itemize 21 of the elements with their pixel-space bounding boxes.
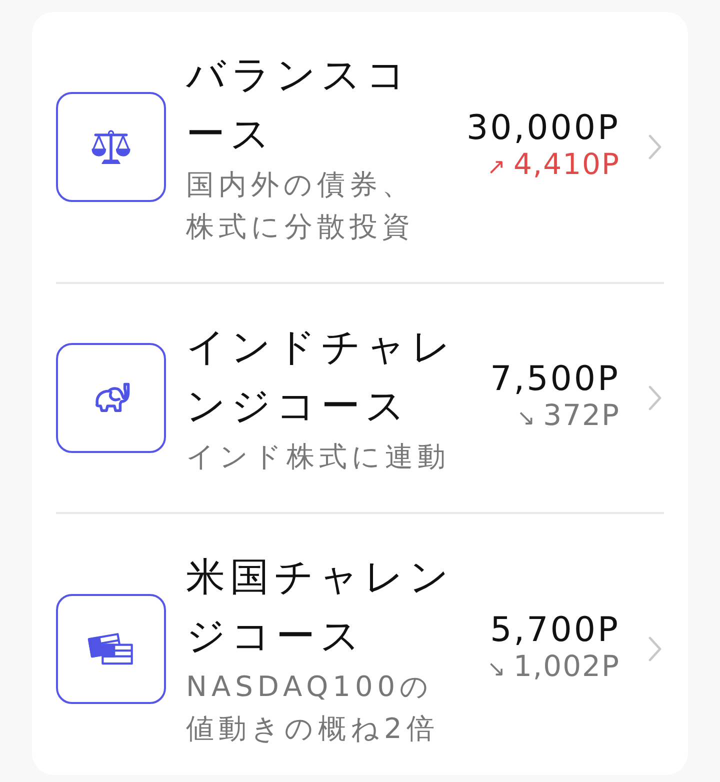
trend-arrow: ↘	[487, 656, 506, 684]
elephant-icon	[56, 343, 166, 453]
point-amount: 5,700P	[490, 611, 620, 649]
point-amount: 7,500P	[490, 360, 620, 398]
course-description: インド株式に連動	[186, 439, 450, 475]
chevron-icon[interactable]	[648, 385, 662, 411]
point-change: 1,002P	[513, 649, 620, 683]
point-change: 372P	[543, 398, 620, 432]
course-description: NASDAQ100の値動きの概ね2倍	[186, 669, 440, 747]
course-title: バランスコース	[186, 52, 412, 159]
trend-arrow: ↘	[516, 405, 536, 433]
point-change: 4,410P	[513, 147, 620, 181]
course-description: 国内外の債券、株式に分散投資	[186, 167, 416, 245]
chevron-icon[interactable]	[648, 134, 662, 160]
scales-icon	[56, 92, 166, 202]
course-title: インドチャレンジコース	[186, 324, 457, 431]
chevron-icon[interactable]	[648, 636, 662, 662]
cards-icon	[56, 594, 166, 704]
point-amount: 30,000P	[466, 109, 620, 147]
trend-arrow: ↗	[487, 154, 506, 182]
course-title: 米国チャレンジコース	[186, 554, 455, 661]
